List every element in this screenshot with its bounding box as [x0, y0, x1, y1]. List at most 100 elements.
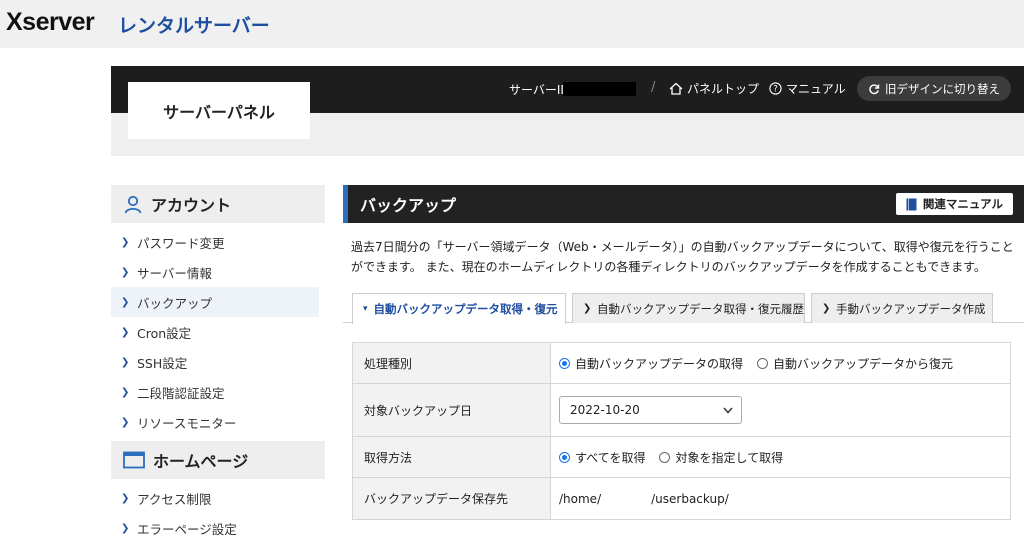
server-id-label: サーバーID	[509, 83, 570, 97]
server-panel-title: サーバーパネル	[128, 82, 310, 139]
sidebar-item-label: リソースモニター	[137, 415, 237, 431]
manual-label: マニュアル	[786, 82, 846, 96]
sidebar-item-label: エラーページ設定	[137, 521, 237, 537]
tab-backup-history[interactable]: ❯ 自動バックアップデータ取得・復元履歴	[572, 293, 805, 323]
sidebar-item-label: アクセス制限	[137, 491, 212, 507]
sidebar-item-cron[interactable]: ❯ Cron設定	[111, 317, 319, 347]
destination-path-redacted	[601, 493, 652, 504]
process-type-options: 自動バックアップデータの取得 自動バックアップデータから復元	[551, 343, 1010, 383]
backup-date-label: 対象バックアップ日	[353, 384, 551, 436]
help-icon: ?	[769, 82, 782, 95]
radio-label: 自動バックアップデータの取得	[575, 356, 744, 371]
backup-form: 処理種別 自動バックアップデータの取得 自動バックアップデータから復元 対象バッ…	[352, 342, 1011, 520]
main-content: バックアップ 関連マニュアル 過去7日間分の「サーバー領域データ（Web・メール…	[343, 185, 1024, 520]
server-panel-title-text: サーバーパネル	[163, 102, 275, 122]
homepage-section-title: ホームページ	[153, 452, 249, 471]
panel-header: サーバーID / パネルトップ ? マニュアル 旧デザインに切り替え サーバーパ…	[111, 66, 1024, 156]
server-id-redacted	[563, 82, 636, 96]
chevron-right-icon: ❯	[121, 296, 130, 308]
chevron-right-icon: ❯	[121, 492, 130, 504]
chevron-right-icon: ❯	[121, 416, 130, 428]
sidebar-item-two-factor[interactable]: ❯ 二段階認証設定	[111, 377, 319, 407]
sidebar-item-backup[interactable]: ❯ バックアップ	[111, 287, 319, 317]
chevron-right-icon: ❯	[121, 266, 130, 278]
form-row-backup-date: 対象バックアップ日 2022-10-20	[353, 384, 1010, 437]
sidebar-item-access-restriction[interactable]: ❯ アクセス制限	[111, 483, 319, 513]
destination-path: /home/ /userbackup/	[551, 478, 1010, 519]
rental-server-label: レンタルサーバー	[118, 15, 270, 37]
xserver-logo[interactable]: Xserver	[6, 8, 95, 37]
tab-manual-backup[interactable]: ❯ 手動バックアップデータ作成	[811, 293, 993, 323]
sidebar: アカウント ❯ パスワード変更 ❯ サーバー情報 ❯ バックアップ ❯ Cron設定 ❯…	[111, 185, 325, 545]
chevron-down-icon: ▾	[363, 304, 368, 314]
radio-get-backup[interactable]: 自動バックアップデータの取得	[559, 355, 743, 372]
page-title-bar: バックアップ 関連マニュアル	[343, 185, 1024, 223]
refresh-icon	[869, 83, 880, 94]
tab-label: 自動バックアップデータ取得・復元履歴	[597, 301, 804, 316]
tab-bar: ▾ 自動バックアップデータ取得・復元 ❯ 自動バックアップデータ取得・復元履歴 …	[343, 293, 1024, 324]
old-design-label: 旧デザインに切り替え	[885, 81, 1000, 96]
panel-top-label: パネルトップ	[687, 82, 760, 96]
destination-path-prefix: /home/	[559, 491, 602, 506]
description-line: 過去7日間分の「サーバー領域データ（Web・メールデータ）」の自動バックアップデ…	[351, 240, 1014, 254]
process-type-label: 処理種別	[353, 343, 551, 383]
old-design-button[interactable]: 旧デザインに切り替え	[857, 76, 1011, 101]
sidebar-section-homepage: ホームページ	[111, 441, 325, 479]
chevron-right-icon: ❯	[583, 303, 592, 314]
chevron-right-icon: ❯	[121, 326, 130, 338]
sidebar-item-label: SSH設定	[137, 355, 188, 371]
homepage-menu: ❯ アクセス制限 ❯ エラーページ設定	[111, 479, 325, 545]
home-icon	[669, 82, 683, 95]
sidebar-item-label: Cron設定	[137, 325, 192, 341]
radio-checked-icon	[559, 451, 570, 463]
sidebar-section-account: アカウント	[111, 185, 325, 223]
radio-checked-icon	[559, 357, 570, 369]
related-manual-label: 関連マニュアル	[922, 197, 1003, 211]
backup-date-cell: 2022-10-20	[551, 384, 1010, 436]
sidebar-item-label: 二段階認証設定	[137, 385, 225, 401]
tab-auto-backup-restore[interactable]: ▾ 自動バックアップデータ取得・復元	[352, 293, 566, 324]
page-title: バックアップ	[360, 196, 457, 215]
radio-label: すべてを取得	[575, 450, 646, 465]
sidebar-item-label: サーバー情報	[137, 265, 212, 281]
method-options: すべてを取得 対象を指定して取得	[551, 437, 1010, 477]
chevron-right-icon: ❯	[121, 386, 130, 398]
backup-date-value: 2022-10-20	[570, 403, 640, 417]
manual-link[interactable]: ? マニュアル	[769, 80, 846, 97]
sidebar-item-label: バックアップ	[137, 295, 213, 311]
radio-get-specified[interactable]: 対象を指定して取得	[659, 449, 783, 466]
browser-window-icon	[123, 451, 145, 469]
account-menu: ❯ パスワード変更 ❯ サーバー情報 ❯ バックアップ ❯ Cron設定 ❯ SSH設定 …	[111, 223, 325, 441]
description-line: ができます。 また、現在のホームディレクトリの各種ディレクトリのバックアップデー…	[351, 260, 986, 274]
related-manual-button[interactable]: 関連マニュアル	[895, 193, 1013, 215]
radio-unchecked-icon	[757, 357, 769, 369]
panel-top-link[interactable]: パネルトップ	[669, 80, 759, 97]
sidebar-item-ssh[interactable]: ❯ SSH設定	[111, 347, 319, 377]
sidebar-item-password[interactable]: ❯ パスワード変更	[111, 227, 319, 257]
sidebar-item-server-info[interactable]: ❯ サーバー情報	[111, 257, 319, 287]
chevron-right-icon: ❯	[822, 303, 831, 314]
page-description: 過去7日間分の「サーバー領域データ（Web・メールデータ）」の自動バックアップデ…	[351, 237, 1021, 277]
backup-date-select[interactable]: 2022-10-20	[559, 396, 742, 424]
radio-restore-backup[interactable]: 自動バックアップデータから復元	[757, 355, 953, 372]
radio-label: 自動バックアップデータから復元	[773, 356, 954, 371]
tab-label: 手動バックアップデータ作成	[836, 301, 986, 316]
destination-label: バックアップデータ保存先	[353, 478, 551, 519]
radio-unchecked-icon	[659, 451, 671, 463]
radio-get-all[interactable]: すべてを取得	[559, 449, 645, 466]
user-icon	[124, 195, 142, 214]
top-brand-bar: Xserver レンタルサーバー	[0, 0, 1024, 48]
svg-text:?: ?	[773, 85, 778, 95]
book-icon	[906, 198, 917, 210]
form-row-method: 取得方法 すべてを取得 対象を指定して取得	[353, 437, 1010, 478]
sidebar-item-resource-monitor[interactable]: ❯ リソースモニター	[111, 407, 319, 437]
chevron-right-icon: ❯	[121, 522, 130, 534]
header-separator: /	[651, 80, 656, 95]
chevron-right-icon: ❯	[121, 236, 130, 248]
method-label: 取得方法	[353, 437, 551, 477]
form-row-process-type: 処理種別 自動バックアップデータの取得 自動バックアップデータから復元	[353, 343, 1010, 384]
account-section-title: アカウント	[151, 196, 232, 215]
chevron-right-icon: ❯	[121, 356, 130, 368]
sidebar-item-label: パスワード変更	[137, 235, 225, 251]
sidebar-item-error-page[interactable]: ❯ エラーページ設定	[111, 513, 319, 543]
